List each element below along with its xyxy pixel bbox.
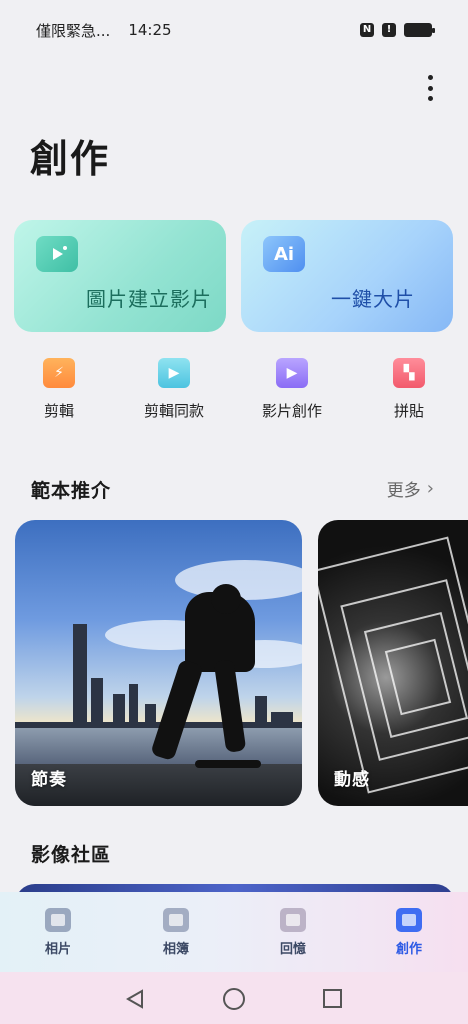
- more-link-label: 更多: [386, 481, 421, 501]
- status-bar: 僅限緊急... 14:25 N !: [0, 0, 468, 60]
- community-section-title: 影像社區: [31, 844, 112, 866]
- bottom-nav: 相片 相簿 回憶 創作: [0, 892, 468, 972]
- memories-icon: [280, 908, 306, 932]
- nav-create-label: 創作: [395, 942, 422, 957]
- tools-row: ⚡ 剪輯 ▶ 剪輯同款 ▶ 影片創作 ▚ 拼貼: [0, 358, 468, 428]
- more-vertical-icon[interactable]: [420, 72, 440, 104]
- video-template-icon: ▶: [158, 358, 190, 388]
- light-tunnel-image: [318, 520, 468, 806]
- photo-to-video-icon: [36, 236, 78, 272]
- template-card-rhythm[interactable]: 節奏: [15, 520, 302, 806]
- nav-albums-label: 相簿: [162, 942, 189, 957]
- video-creation-label: 影片創作: [261, 402, 322, 420]
- edit-tool-label: 剪輯: [43, 402, 74, 420]
- system-nav-bar: [0, 972, 468, 1024]
- nav-memories-label: 回憶: [279, 942, 306, 957]
- recent-apps-icon[interactable]: [323, 989, 342, 1008]
- page-title: 創作: [30, 137, 111, 181]
- battery-charging-icon: [404, 23, 435, 37]
- edit-same-style-label: 剪輯同款: [143, 402, 204, 420]
- back-icon[interactable]: [124, 988, 146, 1010]
- templates-section-title: 範本推介: [31, 480, 112, 502]
- photo-icon: [45, 908, 71, 932]
- nav-photos[interactable]: 相片: [18, 908, 98, 957]
- collage-label: 拼貼: [393, 402, 424, 420]
- edit-tool[interactable]: ⚡ 剪輯: [9, 358, 109, 421]
- nfc-icon: N: [360, 23, 374, 37]
- one-click-movie-card[interactable]: Ai 一鍵大片: [241, 220, 453, 332]
- skateboard-sunset-image: [15, 520, 302, 806]
- one-click-movie-label: 一鍵大片: [331, 287, 415, 311]
- template-caption-dynamic: 動感: [334, 770, 370, 790]
- video-creation-tool[interactable]: ▶ 影片創作: [242, 358, 342, 421]
- photo-to-video-card[interactable]: 圖片建立影片: [14, 220, 226, 332]
- template-caption-rhythm: 節奏: [31, 770, 67, 790]
- ai-icon: Ai: [263, 236, 305, 272]
- templates-more-link[interactable]: 更多 ›: [387, 476, 434, 501]
- nav-memories[interactable]: 回憶: [253, 908, 333, 957]
- edit-same-style-tool[interactable]: ▶ 剪輯同款: [124, 358, 224, 421]
- carrier-text: 僅限緊急...: [36, 21, 111, 40]
- photo-to-video-label: 圖片建立影片: [86, 287, 212, 311]
- album-icon: [163, 908, 189, 932]
- home-icon[interactable]: [223, 988, 245, 1010]
- template-card-dynamic[interactable]: 動感: [318, 520, 468, 806]
- nav-photos-label: 相片: [44, 942, 71, 957]
- alert-icon: !: [382, 23, 396, 37]
- collage-icon: ▚: [393, 358, 425, 388]
- clock: 14:25: [128, 21, 172, 39]
- nav-albums[interactable]: 相簿: [136, 908, 216, 957]
- clapperboard-icon: ⚡: [43, 358, 75, 388]
- chevron-right-icon: ›: [426, 478, 434, 499]
- create-icon: [396, 908, 422, 932]
- video-camera-icon: ▶: [276, 358, 308, 388]
- nav-create[interactable]: 創作: [369, 908, 449, 957]
- collage-tool[interactable]: ▚ 拼貼: [359, 358, 459, 421]
